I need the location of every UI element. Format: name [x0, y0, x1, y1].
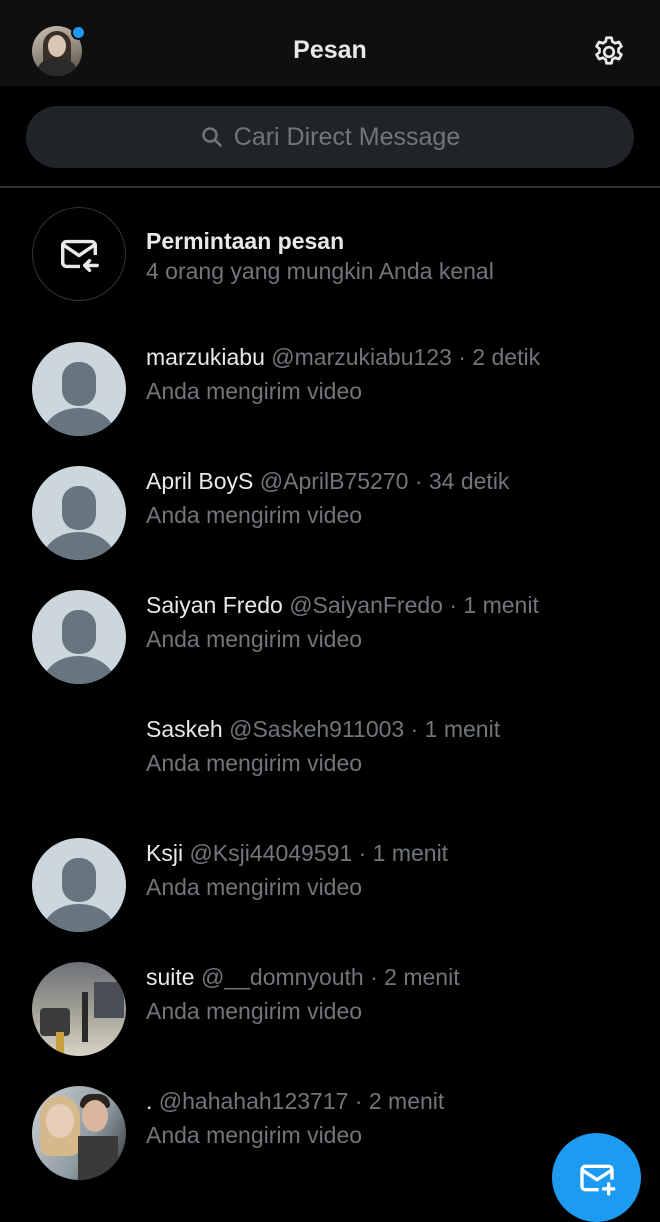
conversation-name: Saiyan Fredo — [146, 592, 283, 618]
default-avatar — [32, 838, 126, 932]
conversation-time: · 2 detik — [458, 344, 541, 370]
conversation-handle: @Ksji44049591 — [189, 840, 353, 866]
conversation-name: marzukiabu — [146, 344, 265, 370]
gear-icon[interactable] — [591, 34, 627, 70]
conversation-item[interactable]: April BoyS @AprilB75270 · 34 detik Anda … — [0, 466, 660, 590]
conversation-item[interactable]: suite @__domnyouth · 2 menit Anda mengir… — [0, 962, 660, 1086]
default-avatar — [32, 342, 126, 436]
conversation-preview: Anda mengirim video — [146, 626, 363, 652]
conversation-time: · 2 menit — [354, 1088, 445, 1114]
conversation-time: · 1 menit — [410, 716, 501, 742]
divider — [0, 186, 660, 188]
conversation-name: . — [146, 1088, 153, 1114]
message-requests-title: Permintaan pesan — [146, 228, 345, 254]
page-title: Pesan — [293, 36, 367, 64]
conversation-time: · 1 menit — [358, 840, 449, 866]
message-requests-icon-circle — [32, 207, 126, 301]
conversation-item[interactable]: marzukiabu @marzukiabu123 · 2 detik Anda… — [0, 342, 660, 466]
default-avatar — [32, 466, 126, 560]
photo-avatar — [32, 1086, 126, 1180]
search-icon — [202, 127, 222, 147]
conversation-preview: Anda mengirim video — [146, 502, 363, 528]
conversation-handle: @hahahah123717 — [158, 1088, 349, 1114]
message-requests-subtitle: 4 orang yang mungkin Anda kenal — [146, 258, 494, 284]
conversation-item[interactable]: Ksji @Ksji44049591 · 1 menit Anda mengir… — [0, 838, 660, 962]
search-input[interactable]: Cari Direct Message — [26, 106, 634, 168]
search-placeholder: Cari Direct Message — [233, 122, 461, 151]
conversation-handle: @Saskeh911003 — [229, 716, 405, 742]
new-message-icon — [579, 1164, 615, 1195]
conversation-preview: Anda mengirim video — [146, 998, 363, 1024]
conversation-preview: Anda mengirim video — [146, 378, 363, 404]
conversation-preview: Anda mengirim video — [146, 1122, 363, 1148]
conversation-item[interactable]: Saiyan Fredo @SaiyanFredo · 1 menit Anda… — [0, 590, 660, 714]
conversation-handle: @SaiyanFredo — [289, 592, 443, 618]
conversation-name: Saskeh — [146, 716, 223, 742]
conversation-handle: @AprilB75270 — [259, 468, 409, 494]
conversation-item[interactable]: Saskeh @Saskeh911003 · 1 menit Anda meng… — [0, 714, 660, 838]
conversation-name: April BoyS — [146, 468, 254, 494]
conversation-handle: @__domnyouth — [200, 964, 364, 990]
conversation-time: · 34 detik — [414, 468, 510, 494]
conversation-name: suite — [146, 964, 195, 990]
conversation-preview: Anda mengirim video — [146, 750, 363, 776]
envelope-arrow-icon — [60, 239, 99, 273]
conversation-preview: Anda mengirim video — [146, 874, 363, 900]
conversation-time: · 2 menit — [370, 964, 460, 990]
default-avatar — [32, 590, 126, 684]
conversation-handle: @marzukiabu123 — [271, 344, 452, 370]
conversation-name: Ksji — [146, 840, 184, 866]
new-message-button[interactable] — [552, 1133, 641, 1222]
top-bar: Pesan — [0, 0, 660, 86]
conversation-time: · 1 menit — [449, 592, 539, 618]
photo-avatar — [32, 962, 126, 1056]
